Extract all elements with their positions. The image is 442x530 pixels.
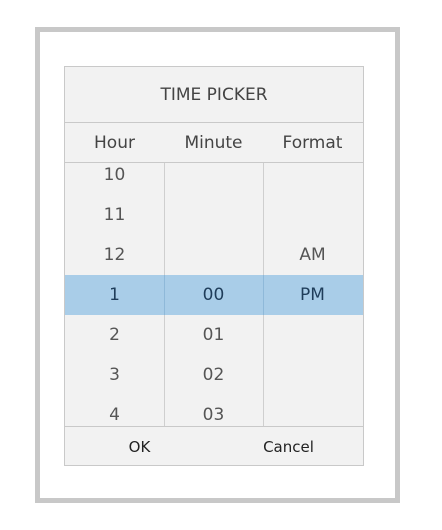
column-headers: Hour Minute Format bbox=[65, 123, 363, 163]
hour-option[interactable]: 3 bbox=[65, 355, 164, 395]
minute-option[interactable]: 02 bbox=[164, 355, 263, 395]
format-column[interactable]: AM PM bbox=[263, 163, 362, 427]
hour-option[interactable]: 2 bbox=[65, 315, 164, 355]
ok-button[interactable]: OK bbox=[65, 427, 214, 466]
hour-option[interactable]: 12 bbox=[65, 235, 164, 275]
minute-option[interactable]: 03 bbox=[164, 395, 263, 427]
time-picker-dialog: TIME PICKER Hour Minute Format 10 11 12 … bbox=[64, 66, 364, 466]
hour-option[interactable]: 4 bbox=[65, 395, 164, 427]
format-option[interactable]: AM bbox=[263, 235, 362, 275]
minute-header: Minute bbox=[184, 132, 243, 153]
hour-option[interactable]: 10 bbox=[65, 163, 164, 195]
hour-header: Hour bbox=[94, 132, 135, 153]
minute-option-selected[interactable]: 00 bbox=[164, 275, 263, 315]
minute-option[interactable]: 01 bbox=[164, 315, 263, 355]
cancel-button[interactable]: Cancel bbox=[214, 427, 363, 466]
hour-option-selected[interactable]: 1 bbox=[65, 275, 164, 315]
picker-columns: 10 11 12 1 2 3 4 00 01 02 03 AM PM bbox=[65, 163, 363, 427]
hour-column[interactable]: 10 11 12 1 2 3 4 bbox=[65, 163, 164, 427]
picker-title: TIME PICKER bbox=[65, 67, 363, 123]
picker-footer: OK Cancel bbox=[65, 426, 363, 466]
hour-option[interactable]: 11 bbox=[65, 195, 164, 235]
minute-column[interactable]: 00 01 02 03 bbox=[164, 163, 263, 427]
format-header: Format bbox=[282, 132, 343, 153]
format-option-selected[interactable]: PM bbox=[263, 275, 362, 315]
